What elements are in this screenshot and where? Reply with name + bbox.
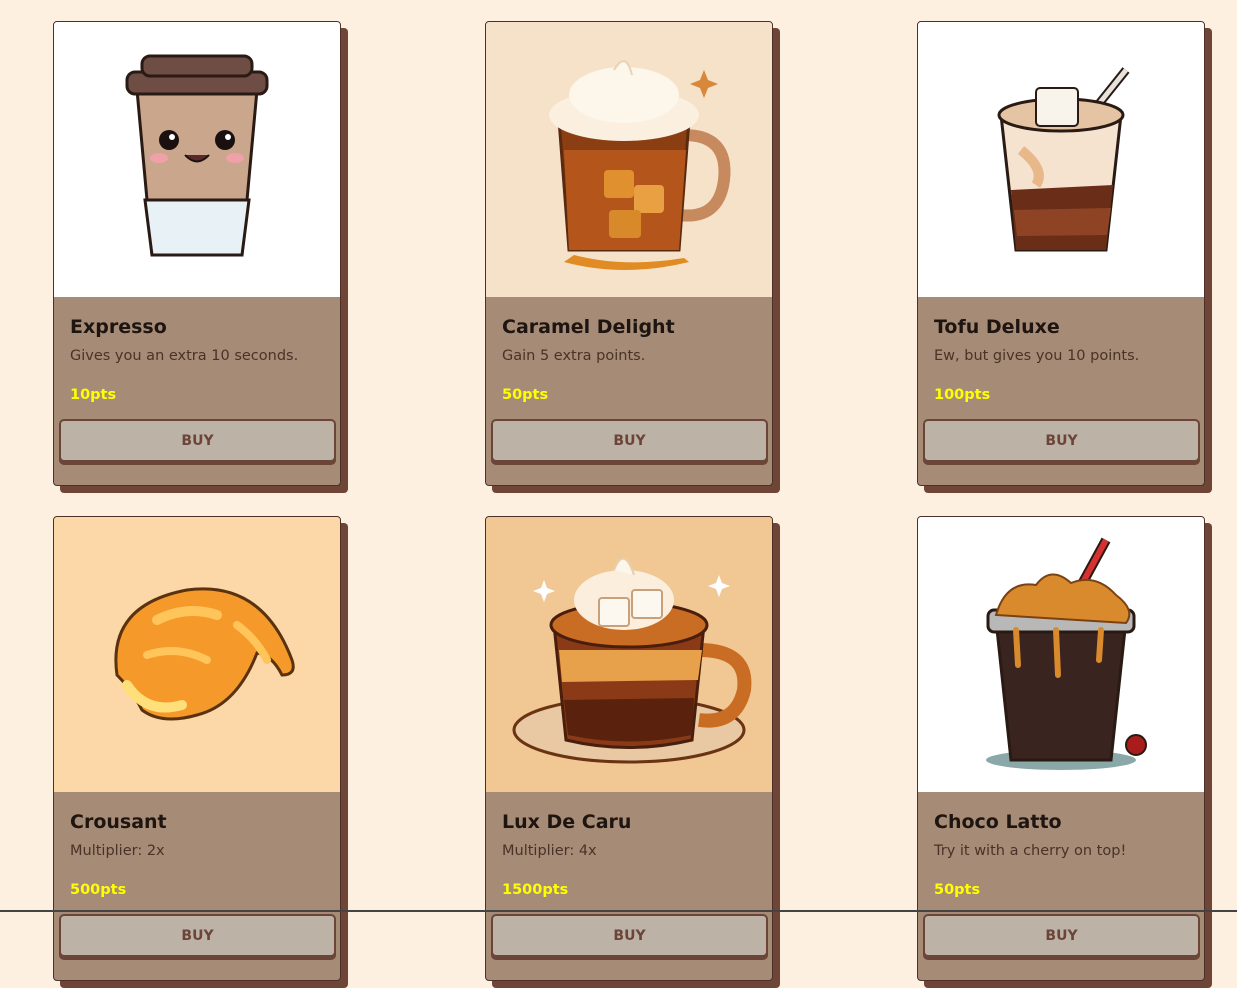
item-price: 10pts <box>70 387 117 403</box>
iced-latte-icon <box>918 22 1204 297</box>
buy-button[interactable]: BUY <box>491 914 768 957</box>
item-price: 50pts <box>502 387 549 403</box>
item-name: Lux De Caru <box>502 811 632 833</box>
item-description: Try it with a cherry on top! <box>934 843 1127 859</box>
item-description: Gives you an extra 10 seconds. <box>70 348 299 364</box>
item-price: 1500pts <box>502 882 569 898</box>
item-name: Tofu Deluxe <box>934 316 1060 338</box>
buy-button[interactable]: BUY <box>923 914 1200 957</box>
buy-button[interactable]: BUY <box>59 914 336 957</box>
item-price: 50pts <box>934 882 981 898</box>
item-description: Gain 5 extra points. <box>502 348 646 364</box>
croissant-icon <box>54 517 340 792</box>
item-price: 100pts <box>934 387 991 403</box>
coffee-cup-icon <box>54 22 340 297</box>
buy-button[interactable]: BUY <box>59 419 336 462</box>
shop-card-expresso: Expresso Gives you an extra 10 seconds. … <box>53 21 348 493</box>
item-price: 500pts <box>70 882 127 898</box>
item-name: Crousant <box>70 811 167 833</box>
item-description: Multiplier: 2x <box>70 843 165 859</box>
buy-button[interactable]: BUY <box>491 419 768 462</box>
cocoa-mug-icon <box>486 517 772 792</box>
item-name: Choco Latto <box>934 811 1062 833</box>
shop-card-caramel-delight: Caramel Delight Gain 5 extra points. 50p… <box>485 21 780 493</box>
item-description: Ew, but gives you 10 points. <box>934 348 1140 364</box>
item-description: Multiplier: 4x <box>502 843 597 859</box>
item-name: Caramel Delight <box>502 316 675 338</box>
buy-button[interactable]: BUY <box>923 419 1200 462</box>
shop-card-tofu-deluxe: Tofu Deluxe Ew, but gives you 10 points.… <box>917 21 1212 493</box>
item-name: Expresso <box>70 316 167 338</box>
caramel-mug-icon <box>486 22 772 297</box>
choco-frappe-icon <box>918 517 1204 792</box>
